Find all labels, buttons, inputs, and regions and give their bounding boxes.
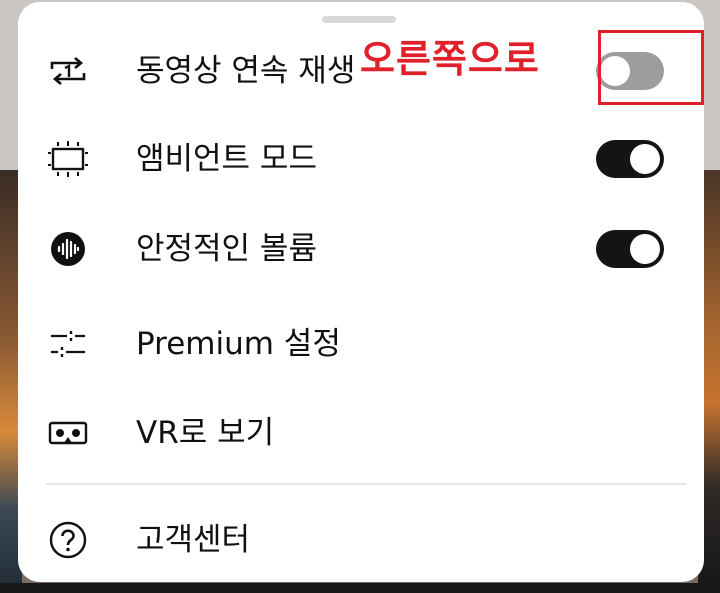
menu-item-label: VR로 보기 (136, 415, 275, 451)
stable-volume-icon (46, 227, 90, 271)
menu-item-premium-settings[interactable]: Premium 설정 (18, 309, 704, 379)
annotation-highlight-box (598, 30, 704, 105)
ambient-mode-icon (46, 137, 90, 181)
background-bottom (0, 583, 720, 593)
menu-item-label: 동영상 연속 재생 (136, 53, 356, 89)
repeat-one-icon (46, 49, 90, 93)
settings-bottom-sheet: 동영상 연속 재생 앰비언트 모드 안정적인 볼륨 Premium 설정 VR로… (18, 2, 704, 582)
menu-divider (46, 483, 687, 485)
menu-item-ambient-mode[interactable]: 앰비언트 모드 (18, 124, 704, 194)
help-circle-icon (46, 518, 90, 562)
annotation-text: 오른쪽으로 (360, 37, 540, 81)
menu-item-label: 고객센터 (136, 522, 251, 558)
menu-item-stable-volume[interactable]: 안정적인 볼륨 (18, 214, 704, 284)
ambient-mode-toggle[interactable] (596, 140, 664, 178)
menu-item-vr-view[interactable]: VR로 보기 (18, 398, 704, 468)
vr-headset-icon (46, 411, 90, 455)
menu-item-label: Premium 설정 (136, 326, 341, 362)
toggle-knob (630, 234, 660, 264)
drag-handle[interactable] (322, 16, 396, 23)
menu-item-label: 앰비언트 모드 (136, 141, 317, 177)
stable-volume-toggle[interactable] (596, 230, 664, 268)
sliders-icon (46, 322, 90, 366)
toggle-knob (630, 144, 660, 174)
menu-item-help-center[interactable]: 고객센터 (18, 505, 704, 575)
menu-item-label: 안정적인 볼륨 (136, 231, 317, 267)
